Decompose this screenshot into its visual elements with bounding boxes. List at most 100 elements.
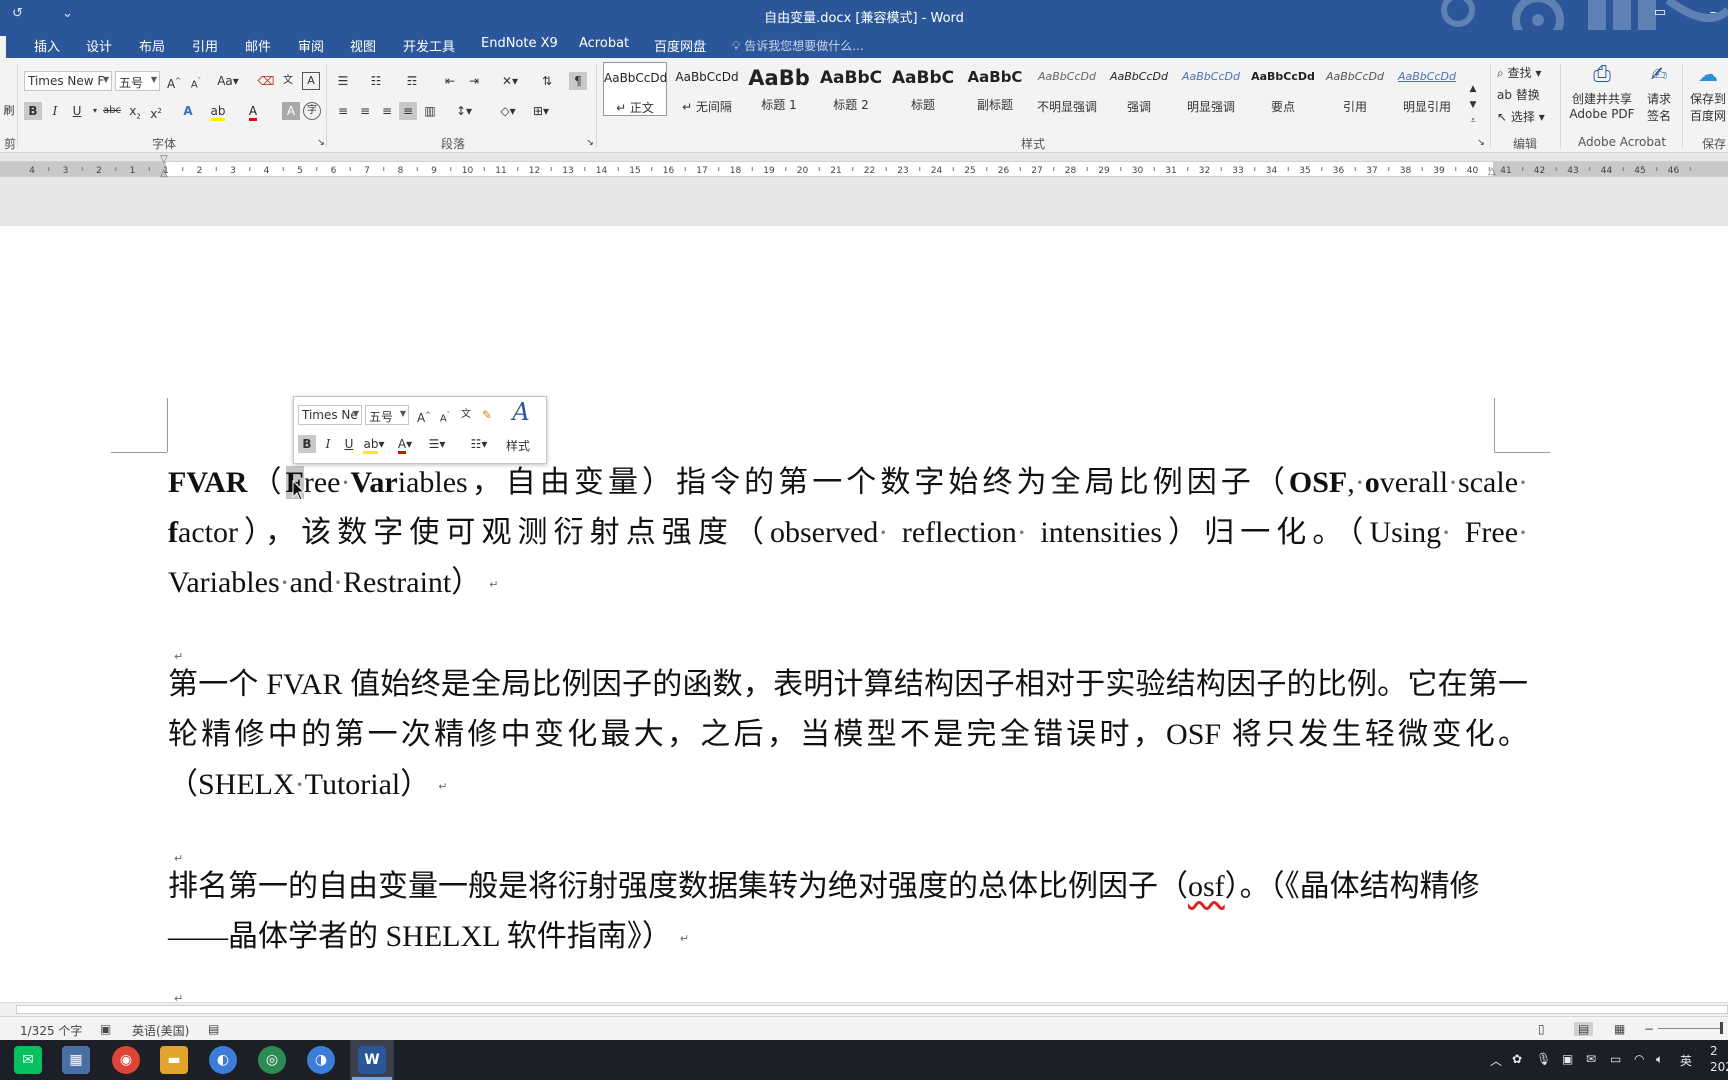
style-no-spacing[interactable]: AaBbCcDd ↵ 无间隔 xyxy=(675,62,739,116)
horizontal-ruler[interactable]: 4 3 2 1 1 2 3 4 5 6 7 8 9 10 11 12 13 14 15 16 17 18 19 20 21 22 2… xyxy=(0,154,1728,184)
empty-paragraph[interactable]: ↵ xyxy=(168,610,1528,663)
network-icon[interactable]: ◠ xyxy=(1634,1052,1644,1066)
tab-layout[interactable]: 布局 xyxy=(139,36,165,55)
empty-paragraph[interactable]: ↵ xyxy=(168,812,1528,865)
replace-button[interactable]: ab 替换 xyxy=(1497,86,1540,103)
macro-record-icon[interactable]: ▤ xyxy=(208,1022,219,1036)
mini-grow-font-icon[interactable]: A^ xyxy=(415,406,433,425)
chemdraw-icon[interactable]: ◎ xyxy=(258,1046,286,1074)
create-share-pdf-button[interactable]: ⎙ 创建并共享 Adobe PDF xyxy=(1567,62,1637,121)
tell-me-search[interactable]: 💡︎ 告诉我您想要做什么... xyxy=(732,37,864,54)
mini-underline-button[interactable]: U xyxy=(340,435,358,453)
tab-acrobat[interactable]: Acrobat xyxy=(579,36,629,51)
sort-icon[interactable]: ⇅ xyxy=(538,72,556,90)
grow-font-icon[interactable]: A^ xyxy=(165,72,183,91)
mini-format-painter-icon[interactable]: ✎ xyxy=(478,406,496,424)
tab-references[interactable]: 引用 xyxy=(192,36,218,55)
bullets-icon[interactable]: ☰ xyxy=(334,72,352,90)
underline-dropdown-icon[interactable]: ▾ xyxy=(86,102,104,120)
style-quote[interactable]: AaBbCcDd 引用 xyxy=(1323,62,1387,116)
numbering-icon[interactable]: ☷ xyxy=(367,72,385,90)
font-dialog-launcher-icon[interactable]: ↘ xyxy=(312,134,330,152)
zoom-slider[interactable] xyxy=(1658,1028,1722,1029)
right-indent-marker[interactable]: △ xyxy=(1488,166,1496,177)
clear-formatting-icon[interactable]: ⌫ xyxy=(257,72,275,90)
mini-bold-button[interactable]: B xyxy=(298,435,316,453)
tab-home-partial[interactable] xyxy=(0,36,6,58)
align-center-icon[interactable]: ≡ xyxy=(356,102,374,120)
bold-button[interactable]: B xyxy=(24,102,42,120)
tab-baidu-netdisk[interactable]: 百度网盘 xyxy=(654,36,706,55)
style-intense-quote[interactable]: AaBbCcDd 明显引用 xyxy=(1395,62,1459,116)
align-left-icon[interactable]: ≡ xyxy=(334,102,352,120)
ime-indicator[interactable]: 英 xyxy=(1680,1052,1692,1069)
chrome-icon[interactable]: ◉ xyxy=(112,1046,140,1074)
document-body[interactable]: FVAR（Free·Variables，自由变量）指令的第一个数字始终为全局比例… xyxy=(168,458,1528,1005)
shrink-font-icon[interactable]: Aˇ xyxy=(187,72,205,90)
strikethrough-button[interactable]: abc xyxy=(103,102,121,120)
justify-button[interactable]: ≡ xyxy=(399,102,417,120)
underline-button[interactable]: U xyxy=(68,102,86,120)
language-status[interactable]: 英语(美国) xyxy=(132,1022,189,1039)
mini-bullets-icon[interactable]: ☰▾ xyxy=(424,435,450,453)
request-signature-button[interactable]: ✍ 请求 签名 xyxy=(1640,62,1678,124)
distributed-icon[interactable]: ▥ xyxy=(421,102,439,120)
style-intense-emphasis[interactable]: AaBbCcDd 明显强调 xyxy=(1179,62,1243,116)
tab-developer[interactable]: 开发工具 xyxy=(403,36,455,55)
word-count[interactable]: 1/325 个字 xyxy=(20,1022,82,1039)
tab-view[interactable]: 视图 xyxy=(350,36,376,55)
spelling-error-osf[interactable]: osf xyxy=(1188,870,1225,903)
proofing-icon[interactable]: ▣ xyxy=(100,1022,111,1036)
decrease-indent-icon[interactable]: ⇤ xyxy=(441,72,459,90)
clock[interactable]: 2202 xyxy=(1710,1043,1728,1075)
format-painter-partial[interactable]: 刷 xyxy=(0,102,18,120)
read-mode-icon[interactable]: ▯ xyxy=(1538,1022,1545,1036)
highlight-color-icon[interactable]: ab xyxy=(209,102,227,121)
mini-font-combo[interactable]: Times Ne ▼ xyxy=(298,405,362,425)
microphone-icon[interactable]: 🎙︎ xyxy=(1536,1052,1551,1066)
volume-icon[interactable]: 🔈︎ xyxy=(1656,1052,1663,1067)
zoom-slider-thumb[interactable] xyxy=(1720,1022,1723,1034)
style-heading-1[interactable]: AaBb 标题 1 xyxy=(747,62,811,116)
tray-overflow-icon[interactable]: ︿ xyxy=(1490,1052,1502,1069)
character-shading-icon[interactable]: A xyxy=(282,102,300,120)
chinese-layout-icon[interactable]: ✕▾ xyxy=(498,72,522,90)
mini-numbering-icon[interactable]: ☷▾ xyxy=(466,435,492,453)
battery-icon[interactable]: ▭ xyxy=(1610,1052,1621,1066)
styles-more-icon[interactable]: ⩡ xyxy=(1464,112,1482,130)
styles-dialog-launcher-icon[interactable]: ↘ xyxy=(1472,134,1490,152)
empty-paragraph[interactable]: ↵ xyxy=(168,964,1528,1005)
left-indent-marker[interactable]: △ xyxy=(160,168,168,179)
italic-button[interactable]: I xyxy=(46,102,64,120)
tray-app-icon[interactable]: ✿ xyxy=(1512,1052,1522,1066)
calculator-icon[interactable]: ▦ xyxy=(62,1046,90,1074)
mini-size-combo[interactable]: 五号 ▼ xyxy=(365,405,409,425)
mini-italic-button[interactable]: I xyxy=(319,435,337,453)
style-heading-2[interactable]: AaBbC 标题 2 xyxy=(819,62,883,116)
tab-review[interactable]: 审阅 xyxy=(298,36,324,55)
paragraph-3[interactable]: 排名第一的自由变量一般是将衍射强度数据集转为绝对强度的总体比例因子（osf）。（… xyxy=(168,862,1528,964)
align-right-icon[interactable]: ≡ xyxy=(378,102,396,120)
style-subtitle[interactable]: AaBbC 副标题 xyxy=(963,62,1027,116)
show-marks-button[interactable]: ¶ xyxy=(569,72,587,90)
mini-shrink-font-icon[interactable]: Aˇ xyxy=(436,406,454,424)
change-case-icon[interactable]: Aa▾ xyxy=(215,72,241,90)
multilevel-list-icon[interactable]: ☶ xyxy=(403,72,421,90)
web-layout-icon[interactable]: ▦ xyxy=(1614,1022,1625,1036)
tab-mailings[interactable]: 邮件 xyxy=(245,36,271,55)
mini-styles-icon[interactable]: A xyxy=(506,400,536,433)
select-button[interactable]: ↖ 选择 ▾ xyxy=(1497,108,1545,125)
style-emphasis[interactable]: AaBbCcDd 强调 xyxy=(1107,62,1171,116)
character-border-icon[interactable]: A xyxy=(302,72,320,90)
font-size-combo[interactable]: 五号 ▼ xyxy=(115,71,160,91)
text-effects-icon[interactable]: A xyxy=(179,102,197,120)
word-icon[interactable]: W xyxy=(358,1046,386,1074)
mini-highlight-icon[interactable]: ab▾ xyxy=(361,435,387,454)
horizontal-scrollbar[interactable] xyxy=(0,1002,1728,1016)
borders-icon[interactable]: ⊞▾ xyxy=(528,102,554,120)
superscript-button[interactable]: x2 xyxy=(147,102,165,121)
tab-design[interactable]: 设计 xyxy=(86,36,112,55)
paragraph-1[interactable]: FVAR（Free·Variables，自由变量）指令的第一个数字始终为全局比例… xyxy=(168,458,1528,610)
style-title[interactable]: AaBbC 标题 xyxy=(891,62,955,116)
tray-wechat-icon[interactable]: ✉ xyxy=(1586,1052,1596,1066)
